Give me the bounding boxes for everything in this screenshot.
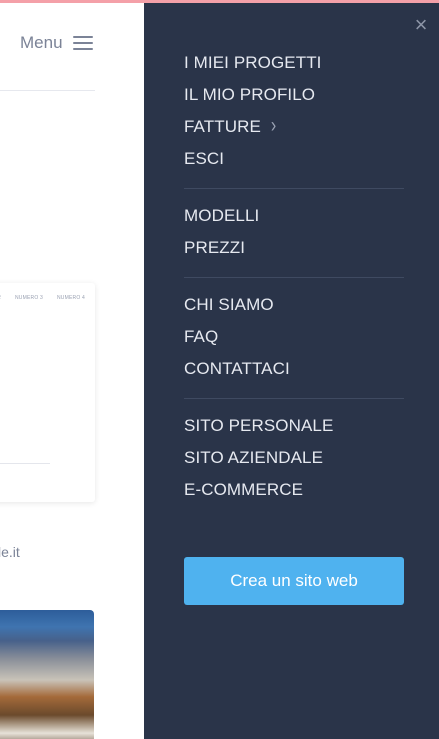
menu-item-modelli[interactable]: MODELLI: [184, 200, 404, 232]
menu-item-label: SITO AZIENDALE: [184, 448, 324, 467]
menu-item-sito-personale[interactable]: SITO PERSONALE: [184, 410, 404, 442]
top-accent-bar: [0, 0, 439, 3]
menu-item-chi-siamo[interactable]: CHI SIAMO: [184, 289, 404, 321]
menu-divider: [184, 277, 404, 278]
menu-divider: [184, 188, 404, 189]
card-column-label: NUMERO 3: [15, 295, 43, 301]
menu-item-esci[interactable]: ESCI: [184, 143, 404, 175]
menu-group-site-types: SITO PERSONALE SITO AZIENDALE E-COMMERCE: [184, 410, 404, 506]
menu-item-label: IL MIO PROFILO: [184, 85, 316, 104]
menu-group-company: CHI SIAMO FAQ CONTATTACI: [184, 289, 404, 385]
menu-item-i-miei-progetti[interactable]: I MIEI PROGETTI: [184, 47, 404, 79]
menu-item-sito-aziendale[interactable]: SITO AZIENDALE: [184, 442, 404, 474]
nav-overlay-panel: × I MIEI PROGETTI IL MIO PROFILO FATTURE…: [144, 0, 439, 739]
menu-item-il-mio-profilo[interactable]: IL MIO PROFILO: [184, 79, 404, 111]
close-icon[interactable]: ×: [411, 13, 431, 37]
menu-item-label: FATTURE: [184, 117, 261, 136]
menu-item-label: ESCI: [184, 149, 225, 168]
village-photo[interactable]: [0, 610, 94, 739]
menu-item-label: FAQ: [184, 327, 219, 346]
menu-item-label: I MIEI PROGETTI: [184, 53, 322, 72]
menu-item-label: MODELLI: [184, 206, 260, 225]
menu-item-label: CONTATTACI: [184, 359, 290, 378]
header-divider: [0, 90, 95, 91]
hamburger-icon: [72, 36, 93, 50]
menu-divider: [184, 398, 404, 399]
create-site-button[interactable]: Crea un sito web: [184, 557, 404, 605]
card-column-label: 2: [0, 295, 1, 301]
menu-item-faq[interactable]: FAQ: [184, 321, 404, 353]
card-divider: [0, 463, 50, 464]
menu-item-e-commerce[interactable]: E-COMMERCE: [184, 474, 404, 506]
menu-item-label: E-COMMERCE: [184, 480, 304, 499]
menu-group-products: MODELLI PREZZI: [184, 200, 404, 264]
menu-toggle-button[interactable]: Menu: [20, 33, 93, 53]
card-column-headers: 2 NUMERO 3 NUMERO 4: [0, 295, 95, 301]
menu-item-label: CHI SIAMO: [184, 295, 274, 314]
domain-link[interactable]: le.it: [0, 544, 20, 560]
table-preview-card[interactable]: 2 NUMERO 3 NUMERO 4: [0, 283, 95, 502]
menu-item-contattaci[interactable]: CONTATTACI: [184, 353, 404, 385]
chevron-right-icon: ›: [270, 115, 277, 138]
menu-item-fatture[interactable]: FATTURE ›: [184, 111, 404, 143]
background-page: Menu 2 NUMERO 3 NUMERO 4 le.it: [0, 0, 144, 739]
menu-group-account: I MIEI PROGETTI IL MIO PROFILO FATTURE › …: [184, 47, 404, 175]
menu-label: Menu: [20, 33, 63, 52]
menu-item-label: SITO PERSONALE: [184, 416, 334, 435]
menu-item-label: PREZZI: [184, 238, 246, 257]
card-column-label: NUMERO 4: [57, 295, 85, 301]
menu-item-prezzi[interactable]: PREZZI: [184, 232, 404, 264]
